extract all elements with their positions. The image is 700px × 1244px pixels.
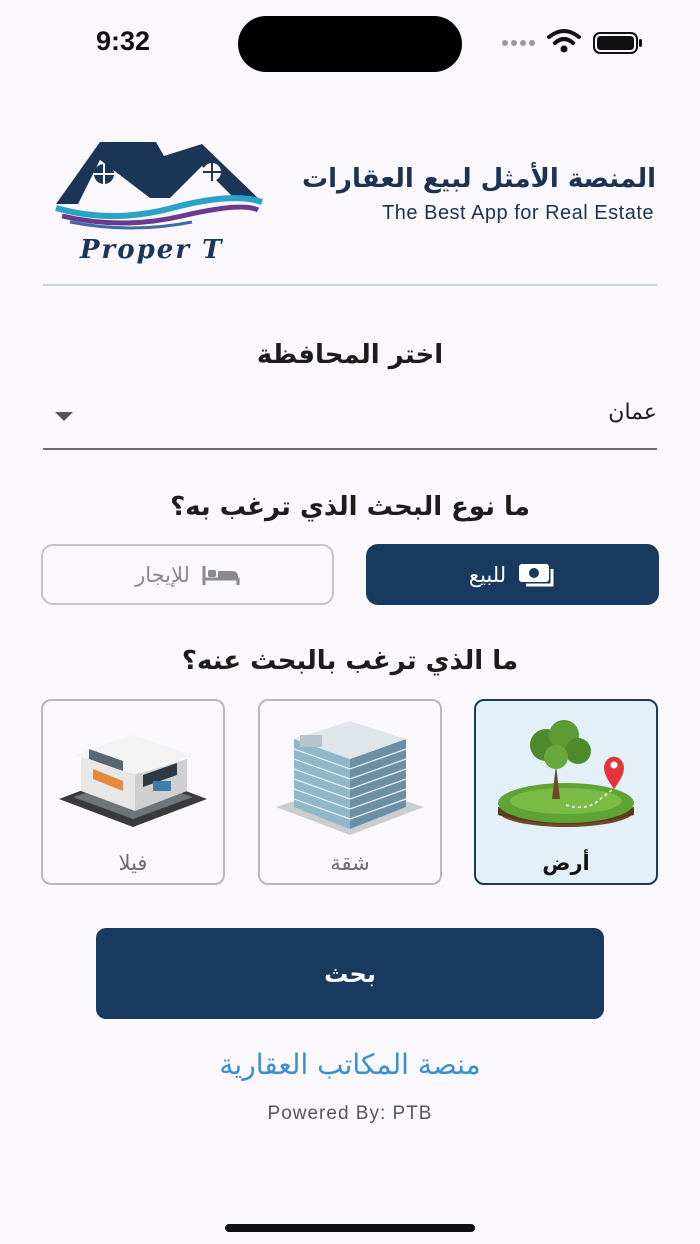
search-type-label: ما نوع البحث الذي ترغب به؟ — [170, 492, 530, 522]
powered-by-text: Powered By: PTB — [267, 1103, 433, 1124]
logo-wordmark: Proper T — [79, 235, 223, 264]
search-button[interactable]: بحث — [96, 928, 604, 1019]
property-card-land[interactable]: أرض — [474, 699, 658, 885]
governorate-label: اختر المحافظة — [256, 340, 444, 370]
for-sale-label: للبيع — [468, 562, 507, 587]
app-header: Proper T المنصة الأمثل لبيع العقارات The… — [0, 110, 700, 270]
tagline-arabic: المنصة الأمثل لبيع العقارات — [301, 164, 656, 194]
battery-icon — [593, 32, 642, 54]
property-card-label: شقة — [330, 851, 370, 875]
header-divider — [43, 284, 657, 286]
for-rent-label: للإيجار — [135, 562, 190, 587]
property-card-label: فيلا — [118, 851, 148, 875]
for-sale-button[interactable]: للبيع — [366, 544, 659, 605]
proper-t-logo: Proper T — [55, 142, 263, 264]
dynamic-island — [238, 16, 462, 72]
property-card-label: أرض — [542, 851, 590, 875]
governorate-selected-value: عمان — [608, 400, 657, 425]
status-time: 9:32 — [96, 26, 151, 56]
apartment-building-icon — [276, 721, 424, 835]
property-type-label: ما الذي ترغب بالبحث عنه؟ — [181, 646, 519, 676]
governorate-dropdown[interactable]: عمان — [43, 388, 657, 450]
home-indicator[interactable] — [225, 1224, 475, 1232]
wifi-icon — [547, 29, 581, 53]
villa-icon — [59, 735, 207, 827]
land-icon — [498, 720, 634, 827]
tagline-english: The Best App for Real Estate — [382, 202, 654, 224]
caret-down-icon — [55, 412, 73, 421]
cellular-signal-icon — [502, 40, 535, 46]
property-card-villa[interactable]: فيلا — [41, 699, 225, 885]
cash-icon — [519, 563, 554, 586]
real-estate-offices-link[interactable]: منصة المكاتب العقارية — [0, 1048, 700, 1081]
for-rent-button[interactable]: للإيجار — [41, 544, 334, 605]
property-card-apartment[interactable]: شقة — [258, 699, 442, 885]
bed-icon — [202, 565, 240, 585]
status-bar: 9:32 — [0, 0, 700, 90]
